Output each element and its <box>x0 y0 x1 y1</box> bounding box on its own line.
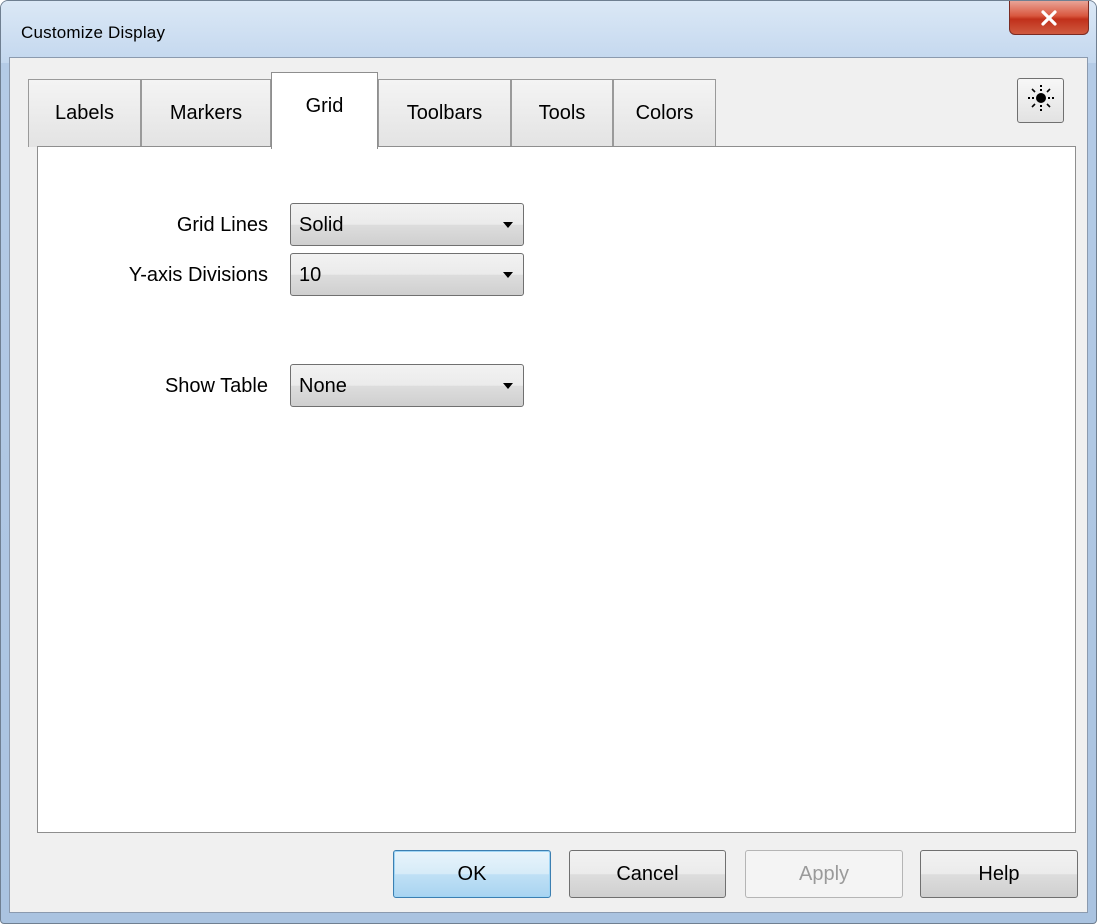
ok-button[interactable]: OK <box>393 850 551 898</box>
tab-label: Markers <box>169 102 243 124</box>
show-table-select[interactable]: None <box>290 364 524 407</box>
grid-tab-panel: Grid Lines Solid Y-axis Divisions 10 Sho… <box>37 146 1076 833</box>
y-axis-divisions-value: 10 <box>299 264 322 286</box>
chevron-down-icon <box>503 222 513 228</box>
tab-label: Toolbars <box>406 102 483 124</box>
show-table-value: None <box>299 375 347 397</box>
y-axis-divisions-select[interactable]: 10 <box>290 253 524 296</box>
tab-label: Labels <box>55 102 114 124</box>
ok-button-label: OK <box>457 862 487 885</box>
tab-markers[interactable]: Markers <box>141 79 271 147</box>
help-button-label: Help <box>978 862 1020 885</box>
y-axis-divisions-label: Y-axis Divisions <box>128 264 268 286</box>
chevron-down-icon <box>503 383 513 389</box>
tab-grid[interactable]: Grid <box>271 72 378 149</box>
tab-label: Grid <box>305 95 344 117</box>
tab-toolbars[interactable]: Toolbars <box>378 79 511 147</box>
apply-button: Apply <box>745 850 903 898</box>
close-button[interactable] <box>1009 1 1089 35</box>
grid-lines-value: Solid <box>299 214 344 236</box>
grid-lines-label: Grid Lines <box>176 214 268 236</box>
apply-button-label: Apply <box>798 862 850 885</box>
display-style-button[interactable] <box>1017 78 1064 123</box>
cancel-button[interactable]: Cancel <box>569 850 726 898</box>
cancel-button-label: Cancel <box>616 862 679 885</box>
close-icon <box>1039 9 1059 26</box>
window-title: Customize Display <box>21 23 166 42</box>
tab-label: Colors <box>635 102 694 124</box>
customize-display-dialog: Customize Display Labels Markers Grid To… <box>0 0 1097 924</box>
dialog-client-area: Labels Markers Grid Toolbars Tools Color… <box>9 57 1088 913</box>
tab-colors[interactable]: Colors <box>613 79 716 147</box>
tab-label: Tools <box>538 102 586 124</box>
tab-labels[interactable]: Labels <box>28 79 141 147</box>
sun-icon <box>1027 84 1055 117</box>
chevron-down-icon <box>503 272 513 278</box>
help-button[interactable]: Help <box>920 850 1078 898</box>
tab-tools[interactable]: Tools <box>511 79 613 147</box>
grid-lines-select[interactable]: Solid <box>290 203 524 246</box>
show-table-label: Show Table <box>164 375 268 397</box>
title-bar[interactable]: Customize Display <box>1 1 1096 63</box>
